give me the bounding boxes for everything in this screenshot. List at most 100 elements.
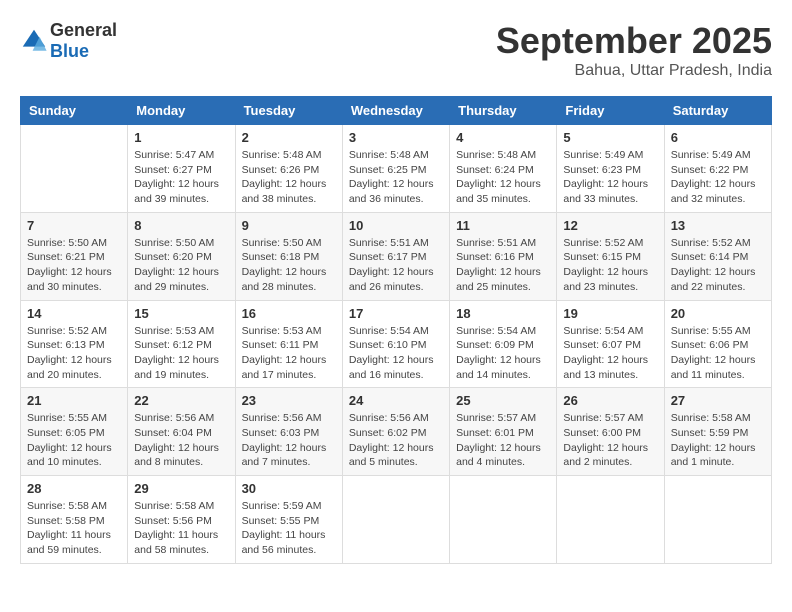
title-block: September 2025 Bahua, Uttar Pradesh, Ind…: [496, 20, 772, 80]
calendar-week-row: 14 Sunrise: 5:52 AM Sunset: 6:13 PM Dayli…: [21, 300, 772, 388]
weekday-header-saturday: Saturday: [664, 97, 771, 125]
day-info: Sunrise: 5:56 AM Sunset: 6:03 PM Dayligh…: [242, 411, 336, 470]
day-number: 20: [671, 306, 765, 321]
calendar-week-row: 28 Sunrise: 5:58 AM Sunset: 5:58 PM Dayli…: [21, 476, 772, 564]
day-info: Sunrise: 5:56 AM Sunset: 6:02 PM Dayligh…: [349, 411, 443, 470]
calendar-cell: 11Sunrise: 5:51 AM Sunset: 6:16 PM Dayli…: [450, 212, 557, 300]
weekday-header-friday: Friday: [557, 97, 664, 125]
calendar-cell: 14 Sunrise: 5:52 AM Sunset: 6:13 PM Dayli…: [21, 300, 128, 388]
day-info: Sunrise: 5:53 AM Sunset: 6:12 PM Dayligh…: [134, 324, 228, 383]
day-number: 24: [349, 393, 443, 408]
day-number: 8: [134, 218, 228, 233]
weekday-header-sunday: Sunday: [21, 97, 128, 125]
day-info: Sunrise: 5:48 AM Sunset: 6:24 PM Dayligh…: [456, 148, 550, 207]
calendar-cell: 18Sunrise: 5:54 AM Sunset: 6:09 PM Dayli…: [450, 300, 557, 388]
day-info: Sunrise: 5:54 AM Sunset: 6:07 PM Dayligh…: [563, 324, 657, 383]
day-info: Sunrise: 5:50 AM Sunset: 6:20 PM Dayligh…: [134, 236, 228, 295]
calendar-cell: [664, 476, 771, 564]
calendar-cell: 5 Sunrise: 5:49 AM Sunset: 6:23 PM Daylig…: [557, 125, 664, 213]
day-number: 22: [134, 393, 228, 408]
page-header: General Blue September 2025 Bahua, Uttar…: [20, 20, 772, 80]
calendar-cell: 28 Sunrise: 5:58 AM Sunset: 5:58 PM Dayli…: [21, 476, 128, 564]
day-info: Sunrise: 5:54 AM Sunset: 6:10 PM Dayligh…: [349, 324, 443, 383]
day-number: 10: [349, 218, 443, 233]
weekday-header-monday: Monday: [128, 97, 235, 125]
day-number: 3: [349, 130, 443, 145]
day-info: Sunrise: 5:58 AM Sunset: 5:58 PM Dayligh…: [27, 499, 121, 558]
calendar-cell: 3 Sunrise: 5:48 AM Sunset: 6:25 PM Daylig…: [342, 125, 449, 213]
day-number: 27: [671, 393, 765, 408]
calendar-week-row: 21Sunrise: 5:55 AM Sunset: 6:05 PM Dayli…: [21, 388, 772, 476]
day-number: 26: [563, 393, 657, 408]
logo-general: General: [50, 20, 117, 41]
calendar-cell: 20Sunrise: 5:55 AM Sunset: 6:06 PM Dayli…: [664, 300, 771, 388]
day-info: Sunrise: 5:56 AM Sunset: 6:04 PM Dayligh…: [134, 411, 228, 470]
logo-blue: Blue: [50, 41, 117, 62]
day-info: Sunrise: 5:49 AM Sunset: 6:22 PM Dayligh…: [671, 148, 765, 207]
calendar-cell: [21, 125, 128, 213]
calendar-cell: 6Sunrise: 5:49 AM Sunset: 6:22 PM Daylig…: [664, 125, 771, 213]
calendar-cell: 25Sunrise: 5:57 AM Sunset: 6:01 PM Dayli…: [450, 388, 557, 476]
day-number: 23: [242, 393, 336, 408]
day-number: 13: [671, 218, 765, 233]
calendar-cell: 15 Sunrise: 5:53 AM Sunset: 6:12 PM Dayli…: [128, 300, 235, 388]
day-info: Sunrise: 5:52 AM Sunset: 6:15 PM Dayligh…: [563, 236, 657, 295]
calendar-cell: 30 Sunrise: 5:59 AM Sunset: 5:55 PM Dayli…: [235, 476, 342, 564]
day-number: 5: [563, 130, 657, 145]
weekday-header-thursday: Thursday: [450, 97, 557, 125]
day-number: 16: [242, 306, 336, 321]
calendar-cell: 22 Sunrise: 5:56 AM Sunset: 6:04 PM Dayli…: [128, 388, 235, 476]
calendar-table: SundayMondayTuesdayWednesdayThursdayFrid…: [20, 96, 772, 564]
day-number: 17: [349, 306, 443, 321]
logo-text: General Blue: [50, 20, 117, 62]
day-number: 14: [27, 306, 121, 321]
calendar-cell: 26 Sunrise: 5:57 AM Sunset: 6:00 PM Dayli…: [557, 388, 664, 476]
day-info: Sunrise: 5:48 AM Sunset: 6:26 PM Dayligh…: [242, 148, 336, 207]
day-number: 30: [242, 481, 336, 496]
calendar-cell: 13 Sunrise: 5:52 AM Sunset: 6:14 PM Dayli…: [664, 212, 771, 300]
day-number: 9: [242, 218, 336, 233]
calendar-cell: 24 Sunrise: 5:56 AM Sunset: 6:02 PM Dayli…: [342, 388, 449, 476]
day-info: Sunrise: 5:47 AM Sunset: 6:27 PM Dayligh…: [134, 148, 228, 207]
logo-icon: [20, 27, 48, 55]
day-info: Sunrise: 5:48 AM Sunset: 6:25 PM Dayligh…: [349, 148, 443, 207]
calendar-cell: 1 Sunrise: 5:47 AM Sunset: 6:27 PM Daylig…: [128, 125, 235, 213]
day-info: Sunrise: 5:53 AM Sunset: 6:11 PM Dayligh…: [242, 324, 336, 383]
calendar-cell: [342, 476, 449, 564]
day-info: Sunrise: 5:51 AM Sunset: 6:17 PM Dayligh…: [349, 236, 443, 295]
day-number: 15: [134, 306, 228, 321]
day-number: 7: [27, 218, 121, 233]
day-number: 2: [242, 130, 336, 145]
day-number: 1: [134, 130, 228, 145]
calendar-week-row: 7 Sunrise: 5:50 AM Sunset: 6:21 PM Daylig…: [21, 212, 772, 300]
weekday-header-wednesday: Wednesday: [342, 97, 449, 125]
calendar-cell: 19 Sunrise: 5:54 AM Sunset: 6:07 PM Dayli…: [557, 300, 664, 388]
day-number: 25: [456, 393, 550, 408]
calendar-cell: [557, 476, 664, 564]
day-number: 18: [456, 306, 550, 321]
calendar-cell: 8 Sunrise: 5:50 AM Sunset: 6:20 PM Daylig…: [128, 212, 235, 300]
day-info: Sunrise: 5:57 AM Sunset: 6:00 PM Dayligh…: [563, 411, 657, 470]
calendar-cell: 4 Sunrise: 5:48 AM Sunset: 6:24 PM Daylig…: [450, 125, 557, 213]
calendar-cell: 23 Sunrise: 5:56 AM Sunset: 6:03 PM Dayli…: [235, 388, 342, 476]
day-info: Sunrise: 5:52 AM Sunset: 6:14 PM Dayligh…: [671, 236, 765, 295]
day-info: Sunrise: 5:50 AM Sunset: 6:21 PM Dayligh…: [27, 236, 121, 295]
day-info: Sunrise: 5:50 AM Sunset: 6:18 PM Dayligh…: [242, 236, 336, 295]
day-number: 29: [134, 481, 228, 496]
day-number: 28: [27, 481, 121, 496]
day-info: Sunrise: 5:49 AM Sunset: 6:23 PM Dayligh…: [563, 148, 657, 207]
calendar-cell: 10 Sunrise: 5:51 AM Sunset: 6:17 PM Dayli…: [342, 212, 449, 300]
day-info: Sunrise: 5:58 AM Sunset: 5:59 PM Dayligh…: [671, 411, 765, 470]
day-info: Sunrise: 5:52 AM Sunset: 6:13 PM Dayligh…: [27, 324, 121, 383]
calendar-title: September 2025: [496, 20, 772, 62]
calendar-cell: 9 Sunrise: 5:50 AM Sunset: 6:18 PM Daylig…: [235, 212, 342, 300]
calendar-location: Bahua, Uttar Pradesh, India: [496, 62, 772, 80]
logo: General Blue: [20, 20, 117, 62]
day-number: 19: [563, 306, 657, 321]
day-number: 4: [456, 130, 550, 145]
calendar-cell: [450, 476, 557, 564]
day-info: Sunrise: 5:55 AM Sunset: 6:05 PM Dayligh…: [27, 411, 121, 470]
calendar-cell: 12Sunrise: 5:52 AM Sunset: 6:15 PM Dayli…: [557, 212, 664, 300]
day-info: Sunrise: 5:59 AM Sunset: 5:55 PM Dayligh…: [242, 499, 336, 558]
weekday-header-tuesday: Tuesday: [235, 97, 342, 125]
